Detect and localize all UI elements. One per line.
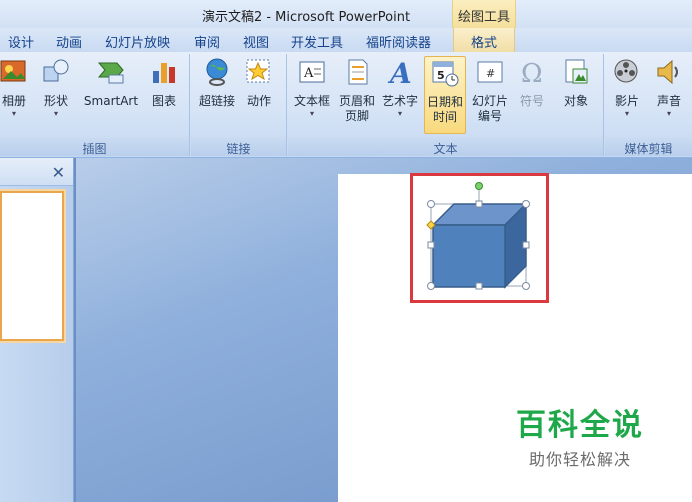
tab-design[interactable]: 设计 — [8, 32, 34, 51]
chevron-down-icon: ▾ — [666, 109, 671, 118]
slide-number-icon: # — [474, 56, 506, 88]
group-links: 超链接 动作 链接 — [191, 54, 287, 156]
group-media: 影片 ▾ 声音 ▾ 媒体剪辑 — [605, 54, 692, 156]
close-icon[interactable]: ✕ — [52, 163, 65, 182]
slide-thumbnail[interactable] — [0, 191, 64, 341]
slides-pane: ✕ — [0, 158, 74, 502]
svg-text:A: A — [387, 57, 412, 87]
photo-album-button[interactable]: 相册 ▾ — [0, 56, 32, 119]
photo-album-icon — [0, 56, 30, 88]
group-label-links: 链接 — [191, 138, 286, 156]
calendar-clock-icon: 5 — [429, 57, 461, 89]
shapes-button[interactable]: 形状 ▾ — [38, 56, 74, 119]
context-tab-group-label: 绘图工具 — [452, 0, 516, 28]
group-label-illustrations: 插图 — [0, 138, 189, 156]
text-box-button[interactable]: A 文本框 ▾ — [290, 56, 334, 119]
watermark-subtitle: 助你轻松解决 — [528, 450, 631, 469]
movie-button[interactable]: 影片 ▾ — [609, 56, 645, 119]
chart-button[interactable]: 图表 — [146, 56, 182, 109]
chevron-down-icon: ▾ — [309, 109, 314, 118]
ribbon-tab-bar: 设计 动画 幻灯片放映 审阅 视图 开发工具 福昕阅读器 格式 — [0, 28, 692, 52]
header-footer-button[interactable]: 页眉和 页脚 — [336, 56, 378, 124]
smartart-icon — [95, 56, 127, 88]
shapes-icon — [40, 56, 72, 88]
header-footer-icon — [341, 56, 373, 88]
watermark: 百科全说 助你轻松解决 — [510, 408, 650, 470]
svg-text:#: # — [486, 67, 495, 80]
chevron-down-icon: ▾ — [53, 109, 58, 118]
group-label-media: 媒体剪辑 — [605, 138, 692, 156]
tab-foxit-reader[interactable]: 福昕阅读器 — [366, 32, 431, 51]
smartart-button[interactable]: SmartArt — [80, 56, 142, 109]
object-icon — [560, 56, 592, 88]
chevron-down-icon: ▾ — [624, 109, 629, 118]
chevron-down-icon: ▾ — [397, 109, 402, 118]
bar-chart-icon — [148, 56, 180, 88]
highlight-box — [410, 173, 549, 303]
slides-pane-header: ✕ — [0, 158, 73, 186]
film-reel-icon — [611, 56, 643, 88]
date-time-button[interactable]: 5 日期和 时间 — [424, 56, 466, 134]
tab-animation[interactable]: 动画 — [56, 32, 82, 51]
svg-text:5: 5 — [437, 69, 445, 82]
omega-icon: Ω — [516, 56, 548, 88]
group-label-text: 文本 — [288, 138, 603, 156]
slide-number-button[interactable]: # 幻灯片 编号 — [468, 56, 512, 124]
group-text: A 文本框 ▾ 页眉和 页脚 A 艺术字 ▾ 5 日期和 时间 # 幻灯片 编号… — [288, 54, 604, 156]
action-button[interactable]: 动作 — [241, 56, 277, 109]
symbol-button[interactable]: Ω 符号 — [514, 56, 550, 109]
window-title: 演示文稿2 - Microsoft PowerPoint — [201, 10, 411, 25]
group-illustrations: 相册 ▾ 形状 ▾ SmartArt 图表 插图 — [0, 54, 190, 156]
watermark-title: 百科全说 — [516, 408, 644, 443]
text-box-icon: A — [296, 56, 328, 88]
wordart-icon: A — [384, 56, 416, 88]
svg-text:A: A — [303, 66, 314, 81]
speaker-icon — [653, 56, 685, 88]
tab-view[interactable]: 视图 — [243, 32, 269, 51]
wordart-button[interactable]: A 艺术字 ▾ — [378, 56, 422, 119]
svg-text:Ω: Ω — [521, 59, 543, 87]
chevron-down-icon: ▾ — [11, 109, 16, 118]
tab-developer[interactable]: 开发工具 — [291, 32, 343, 51]
sound-button[interactable]: 声音 ▾ — [651, 56, 687, 119]
globe-link-icon — [201, 56, 233, 88]
tab-format[interactable]: 格式 — [453, 28, 515, 52]
hyperlink-button[interactable]: 超链接 — [195, 56, 239, 109]
title-bar: 演示文稿2 - Microsoft PowerPoint 绘图工具 — [0, 0, 692, 28]
star-cursor-icon — [243, 56, 275, 88]
ribbon: 相册 ▾ 形状 ▾ SmartArt 图表 插图 超链接 动作 链接 A 文本框… — [0, 52, 692, 158]
object-button[interactable]: 对象 — [556, 56, 596, 109]
tab-slideshow[interactable]: 幻灯片放映 — [105, 32, 170, 51]
tab-review[interactable]: 审阅 — [194, 32, 220, 51]
